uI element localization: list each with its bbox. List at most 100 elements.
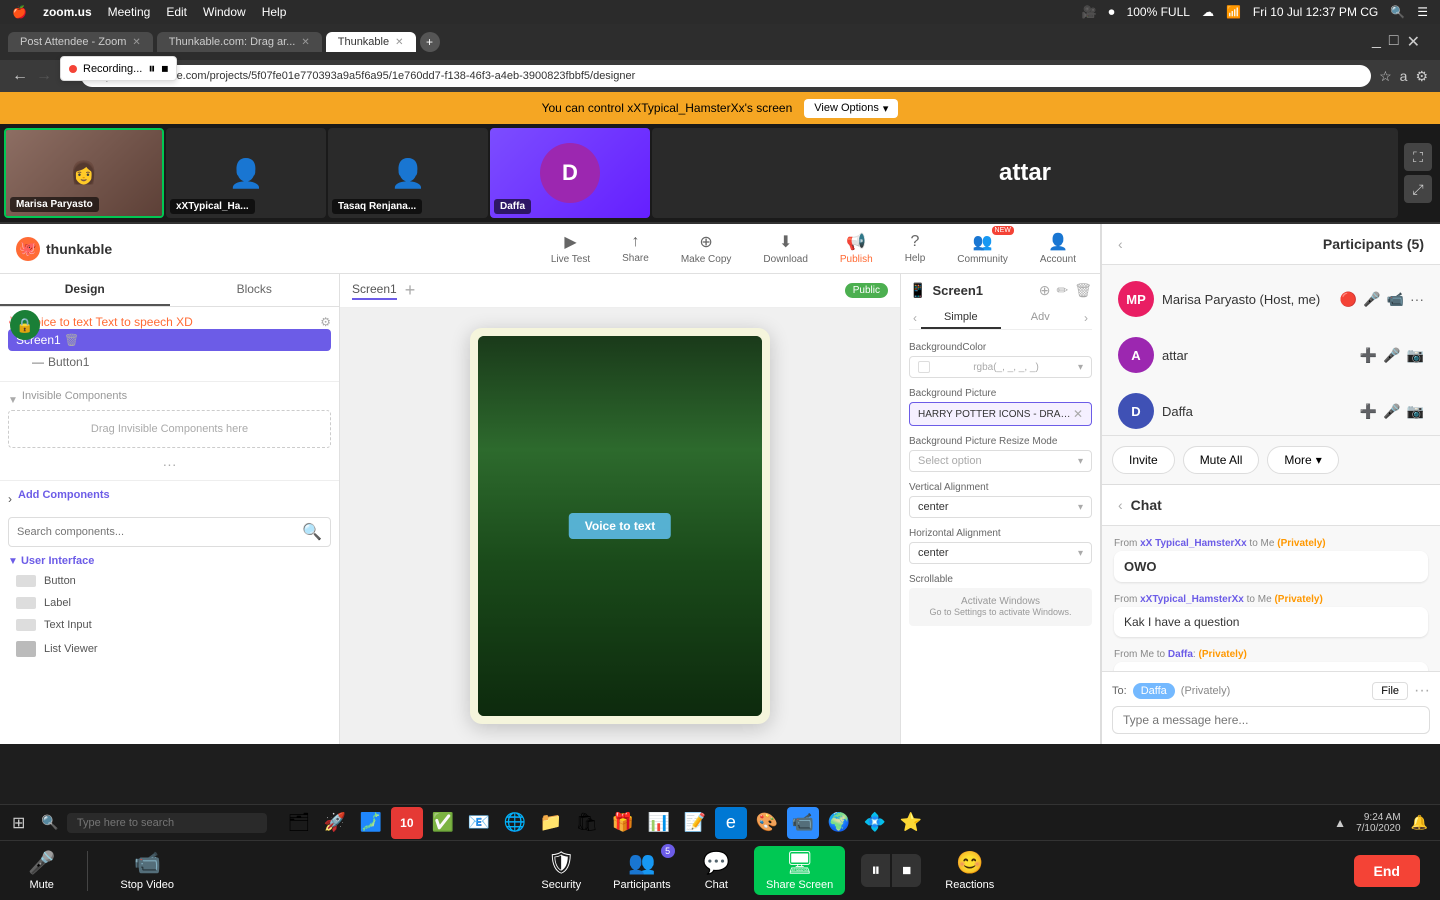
button-component[interactable]: Button [8, 571, 331, 591]
window-minimize[interactable]: _ [1372, 32, 1381, 52]
search-components-input[interactable] [17, 526, 298, 538]
apple-icon[interactable]: 🍎 [12, 5, 27, 19]
live-test-button[interactable]: ▶ Live Test [543, 228, 598, 269]
close-tab-icon[interactable]: ✕ [395, 37, 403, 48]
view-options-button[interactable]: View Options ▾ [804, 99, 898, 118]
video-off-icon[interactable]: 📷 [1407, 403, 1424, 420]
security-button[interactable]: 🛡 Security [533, 846, 589, 895]
zoom-app[interactable]: 📹 [787, 807, 819, 839]
label-component[interactable]: Label [8, 593, 331, 613]
close-tab-icon[interactable]: ✕ [132, 37, 140, 48]
window-restore[interactable]: □ [1389, 32, 1399, 52]
pause-recording-btn[interactable]: ⏸ [861, 854, 890, 887]
app17[interactable]: 💠 [859, 807, 891, 839]
chevron-expand-icon[interactable]: › [8, 492, 12, 506]
chevron-collapse-chat[interactable]: ‹ [1118, 497, 1123, 513]
gift-app[interactable]: 🎁 [607, 807, 639, 839]
bg-color-input[interactable]: rgba(_, _, _, _) ▾ [909, 356, 1092, 378]
clear-bg-picture-btn[interactable]: ✕ [1073, 407, 1083, 421]
share-button[interactable]: ↑ Share [614, 229, 657, 268]
edit-screen-icon[interactable]: ✏ [1056, 282, 1068, 299]
account-button[interactable]: 👤 Account [1032, 228, 1084, 269]
forward-btn[interactable]: → [36, 67, 52, 85]
text-input-component[interactable]: Text Input [8, 615, 331, 635]
settings-icon[interactable]: ⚙ [320, 315, 331, 329]
chat-to-badge[interactable]: Daffa [1133, 683, 1175, 699]
tab-thunkable-active[interactable]: Thunkable ✕ [326, 32, 416, 52]
tab-thunkable-drag[interactable]: Thunkable.com: Drag ar... ✕ [157, 32, 322, 52]
window-close[interactable]: ✕ [1407, 32, 1420, 52]
star-app[interactable]: ⭐ [895, 807, 927, 839]
phone-screen[interactable]: Voice to text [478, 336, 762, 716]
notification-icon[interactable]: 🔔 [1411, 814, 1428, 831]
mute-all-button[interactable]: Mute All [1183, 446, 1260, 474]
prev-arrow[interactable]: ‹ [909, 307, 921, 329]
mute-icon[interactable]: 🎤 [1363, 291, 1380, 308]
adv-tab[interactable]: Adv [1001, 307, 1081, 329]
mic-icon[interactable]: 🔴 [1340, 291, 1357, 308]
help-button[interactable]: ? Help [897, 229, 934, 268]
bg-resize-select[interactable]: Select option ▾ [909, 450, 1092, 472]
close-tab-icon[interactable]: ✕ [301, 37, 309, 48]
tasks-app[interactable]: ✅ [427, 807, 459, 839]
file-button[interactable]: File [1372, 682, 1408, 700]
edit-menu[interactable]: Edit [166, 5, 187, 19]
publish-button[interactable]: 📢 Publish [832, 228, 881, 269]
delete-screen-icon[interactable]: 🗑 [1074, 282, 1092, 299]
color-chevron[interactable]: ▾ [1078, 362, 1083, 373]
horizontal-align-select[interactable]: center ▾ [909, 542, 1092, 564]
mute-button[interactable]: 🎤 Mute [20, 846, 63, 895]
participant-thumb-tasaq[interactable]: 👤 Tasaq Renjana... [328, 128, 488, 218]
community-button[interactable]: 👥 Community NEW [949, 228, 1016, 269]
expand-strip-btn[interactable]: ⛶ [1404, 143, 1432, 171]
share-screen-button[interactable]: 🖥 Share Screen [754, 846, 845, 895]
stop-recording-btn[interactable]: ⏹ [892, 854, 921, 887]
reactions-button[interactable]: 😊 Reactions [937, 846, 1002, 895]
search-components-box[interactable]: 🔍 [8, 517, 331, 547]
voice-to-text-button[interactable]: Voice to text [569, 513, 671, 539]
back-btn[interactable]: ← [12, 67, 28, 85]
chrome-app[interactable]: 🌍 [823, 807, 855, 839]
mic-icon[interactable]: 🎤 [1383, 347, 1400, 364]
search-icon-mac[interactable]: 🔍 [1390, 5, 1405, 19]
end-button[interactable]: End [1354, 855, 1420, 887]
participant-thumb-attar[interactable]: attar [652, 128, 1398, 218]
meeting-menu[interactable]: Meeting [108, 5, 151, 19]
copy-screen-icon[interactable]: ⊕ [1039, 282, 1051, 299]
bg-picture-input[interactable]: HARRY POTTER ICONS - DRACC ✕ [909, 402, 1092, 426]
participant-thumb-daffa[interactable]: D Daffa [490, 128, 650, 218]
finder-app[interactable]: 🗂 [283, 807, 315, 839]
more-button[interactable]: More ▾ [1267, 446, 1338, 474]
chat-message-input[interactable] [1112, 706, 1430, 734]
add-screen-btn[interactable]: + [405, 280, 416, 301]
button1-tree-item[interactable]: — Button1 [8, 351, 331, 373]
participant-thumb-xx[interactable]: 👤 xXTypical_Ha... [166, 128, 326, 218]
new-tab-button[interactable]: + [420, 32, 440, 52]
tab-post-attendee[interactable]: Post Attendee - Zoom ✕ [8, 32, 153, 52]
extension-icon[interactable]: ⚙ [1415, 68, 1428, 85]
recording-stop[interactable]: ⏹ [161, 60, 168, 77]
bookmark-icon[interactable]: ☆ [1379, 68, 1392, 85]
chat-button[interactable]: 💬 Chat [695, 846, 738, 895]
list-viewer-component[interactable]: List Viewer [8, 637, 331, 661]
taskbar-search-input[interactable] [77, 817, 237, 829]
video-off-icon[interactable]: 📷 [1407, 347, 1424, 364]
chevron-collapse[interactable]: ‹ [1118, 236, 1123, 252]
more-icon[interactable]: ··· [1410, 291, 1424, 307]
chevron-icon[interactable]: ▼ [8, 395, 18, 406]
calendar-app[interactable]: 10 [391, 807, 423, 839]
email-app[interactable]: 📧 [463, 807, 495, 839]
fullscreen-strip-btn[interactable]: ⤢ [1404, 175, 1432, 203]
up-arrow-tray[interactable]: ▲ [1334, 816, 1346, 830]
taskbar-search-box[interactable] [67, 813, 267, 833]
participants-button[interactable]: 👥 Participants 5 [605, 846, 678, 895]
photos-app[interactable]: 🗾 [355, 807, 387, 839]
mic-icon[interactable]: 🎤 [1383, 403, 1400, 420]
ie-app[interactable]: 🌐 [499, 807, 531, 839]
screen1-tree-item[interactable]: Screen1 🗑 [8, 329, 331, 351]
participant-thumb-marisa[interactable]: 👩 Marisa Paryasto [4, 128, 164, 218]
recording-pause[interactable]: ⏸ [148, 60, 155, 77]
stop-video-button[interactable]: 📹 Stop Video [112, 846, 182, 895]
delete-screen-icon[interactable]: 🗑 [64, 333, 79, 347]
vertical-align-select[interactable]: center ▾ [909, 496, 1092, 518]
